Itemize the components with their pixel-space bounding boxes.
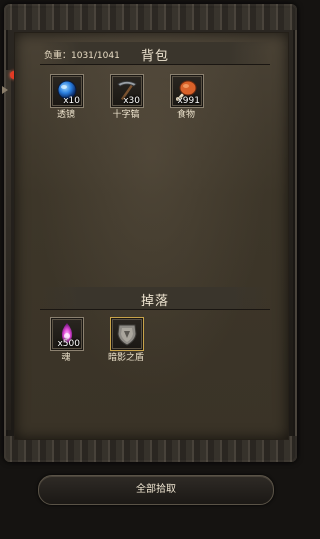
pickup-all-button[interactable]: 全部拾取 — [38, 475, 274, 505]
drop-slot-shadow-shield[interactable] — [110, 317, 144, 351]
item-name: 透镜 — [56, 110, 75, 120]
bag-slot-pickaxe[interactable]: x30 — [110, 74, 144, 108]
side-expand-arrow-icon[interactable] — [2, 86, 8, 94]
item-name: 魂 — [61, 353, 71, 363]
drop-slot-soul[interactable]: x500 — [50, 317, 84, 351]
drop-title: 掉落 — [140, 294, 169, 309]
shadow-shield-icon — [117, 324, 137, 346]
bag-slot-food[interactable]: x991 — [170, 74, 204, 108]
bag-slot-lens[interactable]: x10 — [50, 74, 84, 108]
item-count: x30 — [123, 96, 140, 106]
item-count: x500 — [57, 339, 80, 349]
item-name: 暗影之盾 — [107, 353, 144, 363]
item-count: x991 — [177, 96, 200, 106]
frame-top-ornament — [4, 4, 297, 30]
item-name: 食物 — [176, 110, 195, 120]
bag-header: 负重：1031/1041 背包 — [40, 42, 270, 65]
bag-title: 背包 — [140, 49, 169, 64]
drop-header: 掉落 — [40, 287, 270, 310]
item-name: 十字镐 — [112, 110, 140, 120]
side-rail — [6, 70, 11, 430]
item-count: x10 — [63, 96, 80, 106]
